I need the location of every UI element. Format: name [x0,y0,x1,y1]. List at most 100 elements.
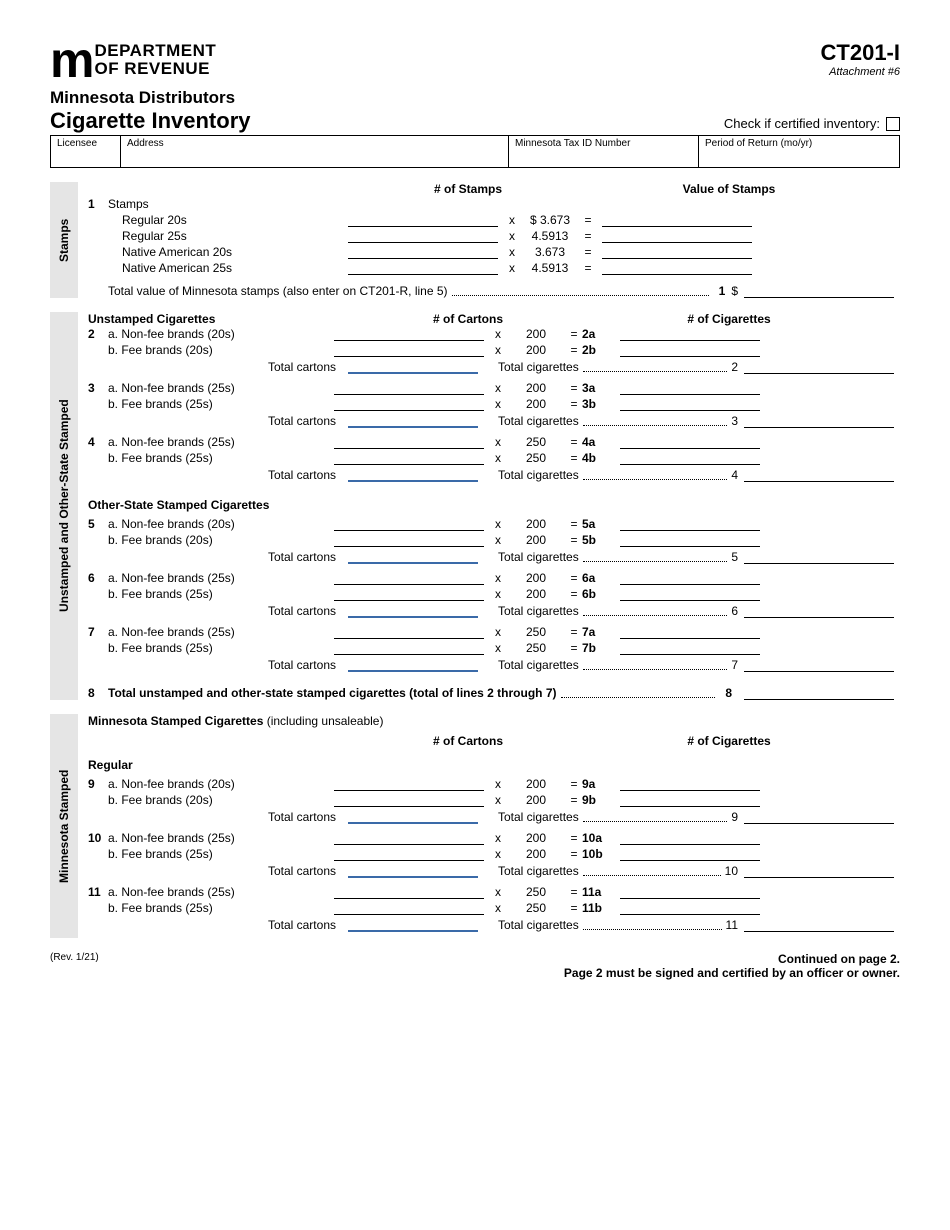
cartons-input[interactable] [334,327,484,341]
line8-input[interactable] [744,686,894,700]
cartons-input[interactable] [334,381,484,395]
equals-icon: = [566,327,582,341]
equals-icon: = [566,517,582,531]
cigs-input[interactable] [620,777,760,791]
total-cigs-input[interactable] [744,658,894,672]
cigs-input[interactable] [620,533,760,547]
stamp-value-input[interactable] [602,229,752,243]
cigs-input[interactable] [620,625,760,639]
cartons-input[interactable] [334,451,484,465]
cartons-input[interactable] [334,587,484,601]
cartons-input[interactable] [334,777,484,791]
total-cartons-label: Total cartons [88,360,342,374]
stamp-qty-input[interactable] [348,213,498,227]
total-cigs-label: Total cigarettes [484,414,579,428]
total-cartons-input[interactable] [348,550,478,564]
address-label: Address [127,138,164,149]
unstamped-col-right: # of Cigarettes [558,312,900,326]
group-total-row: Total cartons Total cigarettes 4 [88,468,900,482]
stamp-value-input[interactable] [602,245,752,259]
cigs-input[interactable] [620,587,760,601]
total-cigs-input[interactable] [744,810,894,824]
cartons-input[interactable] [334,625,484,639]
period-cell[interactable]: Period of Return (mo/yr) [699,136,899,167]
total-cigs-input[interactable] [744,604,894,618]
equals-icon: = [580,245,596,259]
total-cartons-input[interactable] [348,658,478,672]
total-cigs-input[interactable] [744,468,894,482]
stamp-qty-input[interactable] [348,245,498,259]
mult-icon: x [490,847,506,861]
total-cigs-input[interactable] [744,864,894,878]
group-row-a: 9 a. Non-fee brands (20s) x 200 = 9a [88,776,900,792]
cartons-input[interactable] [334,517,484,531]
taxid-cell[interactable]: Minnesota Tax ID Number [509,136,699,167]
stamp-rate: 4.5913 [520,261,580,275]
cartons-input[interactable] [334,901,484,915]
row-label: b. Fee brands (25s) [108,641,328,655]
total-cartons-input[interactable] [348,414,478,428]
rate: 250 [506,885,566,899]
cartons-input[interactable] [334,641,484,655]
cigs-input[interactable] [620,847,760,861]
cigs-input[interactable] [620,641,760,655]
cartons-input[interactable] [334,793,484,807]
mult-icon: x [490,381,506,395]
cartons-input[interactable] [334,397,484,411]
cartons-input[interactable] [334,885,484,899]
cigs-input[interactable] [620,451,760,465]
logo-icon: m [50,40,88,80]
line8-num: 8 [88,686,108,700]
stamp-value-input[interactable] [602,213,752,227]
stamp-qty-input[interactable] [348,261,498,275]
cartons-input[interactable] [334,343,484,357]
stamp-label: Regular 25s [122,229,342,243]
total-cigs-input[interactable] [744,550,894,564]
total-cartons-input[interactable] [348,468,478,482]
result-label: 7a [582,625,620,639]
cigs-input[interactable] [620,327,760,341]
stamps-col-mid: # of Stamps [378,182,558,196]
total-cartons-input[interactable] [348,604,478,618]
licensee-cell[interactable]: Licensee [51,136,121,167]
equals-icon: = [566,435,582,449]
cigs-input[interactable] [620,793,760,807]
result-label: 5b [582,533,620,547]
cartons-input[interactable] [334,571,484,585]
certified-checkbox[interactable] [886,117,900,131]
cigs-input[interactable] [620,901,760,915]
cartons-input[interactable] [334,435,484,449]
cartons-input[interactable] [334,533,484,547]
total-cigs-input[interactable] [744,414,894,428]
mult-icon: x [490,885,506,899]
cigs-input[interactable] [620,381,760,395]
total-cigs-label: Total cigarettes [484,468,579,482]
address-cell[interactable]: Address [121,136,509,167]
total-cartons-input[interactable] [348,864,478,878]
total-num: 4 [731,468,738,482]
equals-icon: = [580,229,596,243]
rev-label: (Rev. 1/21) [50,952,99,980]
stamp-value-input[interactable] [602,261,752,275]
total-num: 3 [731,414,738,428]
total-cartons-input[interactable] [348,810,478,824]
cigs-input[interactable] [620,885,760,899]
cartons-input[interactable] [334,831,484,845]
cigs-input[interactable] [620,517,760,531]
cigs-input[interactable] [620,397,760,411]
stamps-total-input[interactable] [744,284,894,298]
cigs-input[interactable] [620,343,760,357]
cigs-input[interactable] [620,571,760,585]
stamp-qty-input[interactable] [348,229,498,243]
equals-icon: = [566,641,582,655]
total-cartons-input[interactable] [348,918,478,932]
group-total-row: Total cartons Total cigarettes 5 [88,550,900,564]
cartons-input[interactable] [334,847,484,861]
total-cartons-input[interactable] [348,360,478,374]
total-cigs-input[interactable] [744,918,894,932]
total-cigs-input[interactable] [744,360,894,374]
cigs-input[interactable] [620,831,760,845]
rate: 200 [506,533,566,547]
cigs-input[interactable] [620,435,760,449]
rate: 200 [506,587,566,601]
